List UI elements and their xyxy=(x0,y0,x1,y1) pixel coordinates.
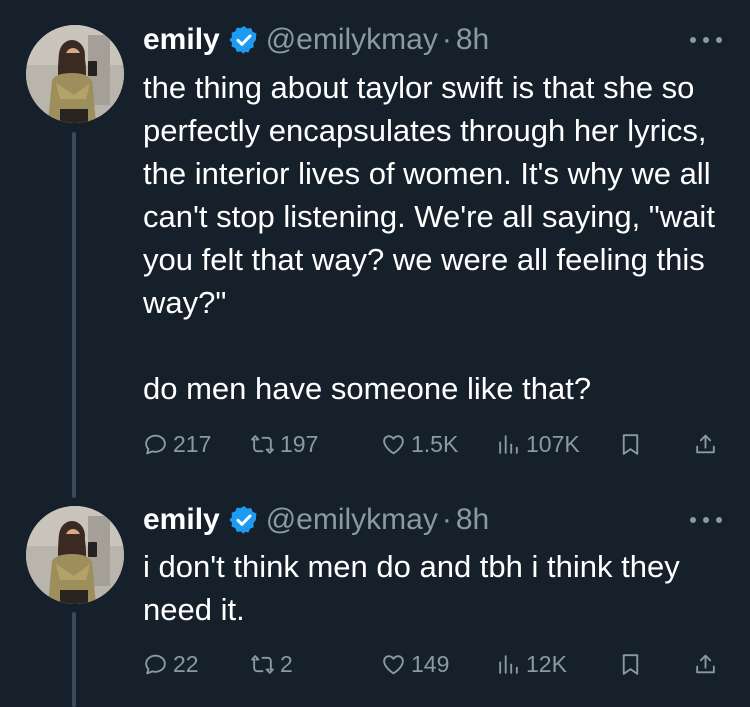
share-button[interactable] xyxy=(693,646,723,682)
tweet[interactable]: emily @emilykmay · 8h i don't think men … xyxy=(0,0,750,707)
views-bar-chart-icon xyxy=(499,654,518,674)
bookmark-icon xyxy=(622,653,639,675)
tweet-actions: 22 2 149 12K xyxy=(143,646,723,682)
avatar[interactable] xyxy=(26,506,124,604)
reply-count: 22 xyxy=(173,650,199,677)
separator-dot: · xyxy=(441,503,452,536)
more-dots-icon[interactable] xyxy=(690,504,722,536)
share-icon xyxy=(696,654,715,673)
like-button[interactable]: 149 xyxy=(381,646,449,682)
bookmark-button[interactable] xyxy=(618,646,648,682)
tweet-paragraph: i don't think men do and tbh i think the… xyxy=(143,549,680,627)
reply-button[interactable]: 22 xyxy=(143,646,199,682)
tweet-text: i don't think men do and tbh i think the… xyxy=(143,545,733,631)
like-count: 149 xyxy=(411,650,450,677)
tweet-header: emily @emilykmay · 8h xyxy=(143,500,489,540)
thread-line xyxy=(72,612,76,707)
heart-icon xyxy=(383,654,404,674)
verified-badge-icon xyxy=(229,506,257,534)
repost-count: 2 xyxy=(280,650,293,677)
repost-arrows-icon xyxy=(251,654,274,674)
author-name[interactable]: emily xyxy=(143,500,220,540)
timestamp[interactable]: 8h xyxy=(456,500,489,540)
reply-bubble-icon xyxy=(145,654,166,674)
views-count: 12K xyxy=(526,650,567,677)
views-button[interactable]: 12K xyxy=(496,646,567,682)
author-handle[interactable]: @emilykmay xyxy=(266,500,438,540)
avatar-photo xyxy=(26,506,124,604)
repost-button[interactable]: 2 xyxy=(250,646,293,682)
